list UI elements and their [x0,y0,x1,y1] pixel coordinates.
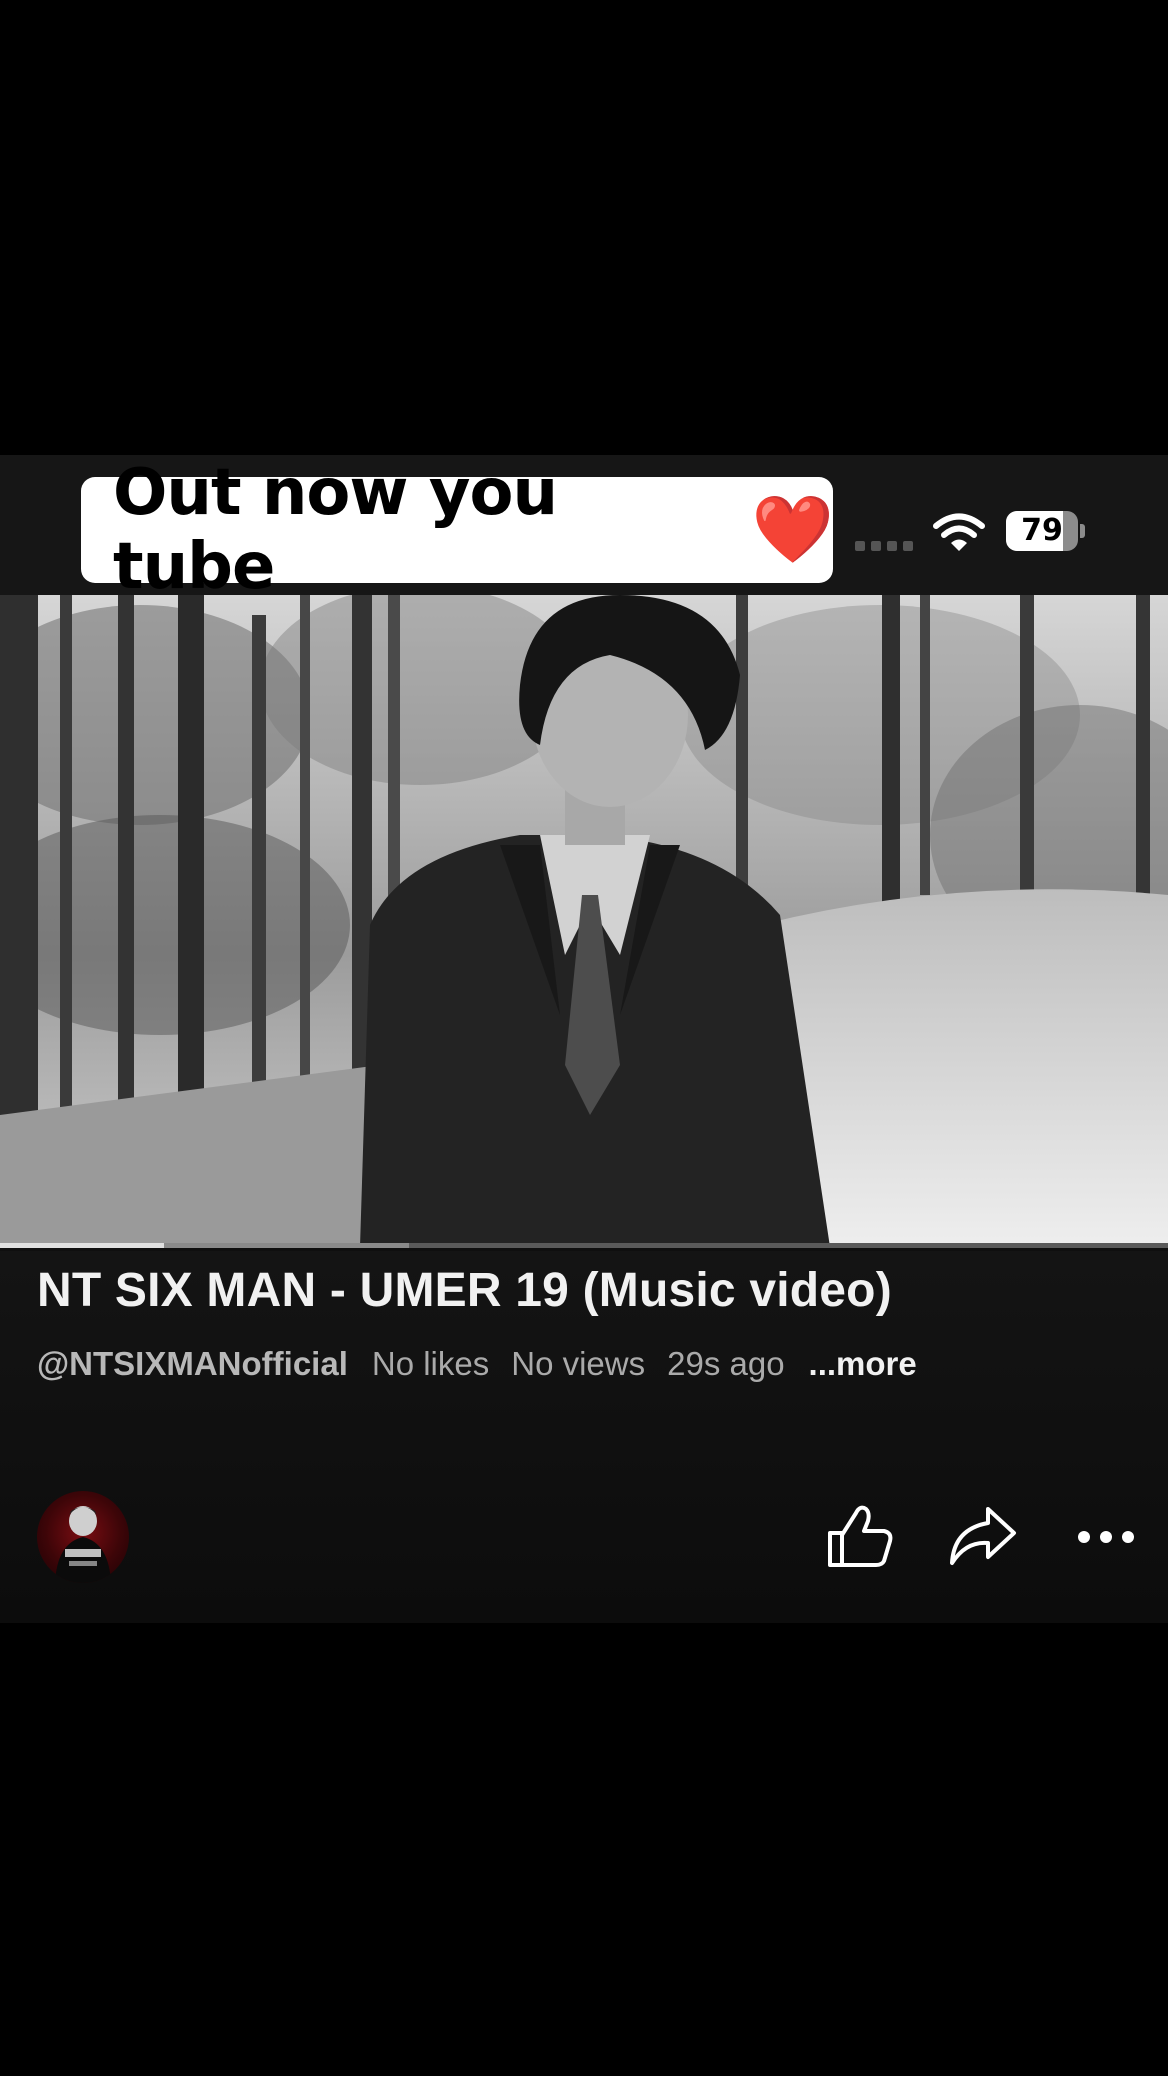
views-count: No views [511,1345,646,1382]
avatar-image [55,1506,111,1583]
video-player[interactable] [0,595,1168,1247]
video-progress-bar[interactable] [0,1243,1168,1248]
heart-emoji: ❤️ [751,491,834,568]
likes-count: No likes [371,1345,490,1382]
page: Out now you tube ❤️ 79 NT SIX MAN - UMER… [0,0,1168,2076]
battery-level-text: 79 [1021,513,1063,548]
upload-age: 29s ago [667,1345,785,1382]
video-info-panel: NT SIX MAN - UMER 19 (Music video) @NTSI… [0,1251,1168,1623]
caption-overlay: Out now you tube ❤️ [81,456,834,604]
channel-avatar[interactable] [37,1491,129,1583]
battery-nub [1080,524,1085,538]
status-bar: Out now you tube ❤️ 79 [0,455,1168,604]
video-metadata-row[interactable]: @NTSIXMANofficial No likes No views 29s … [37,1345,917,1383]
video-title[interactable]: NT SIX MAN - UMER 19 (Music video) [37,1263,892,1318]
battery-body: 79 [1006,511,1078,551]
battery-indicator: 79 [1006,511,1086,551]
more-description-link[interactable]: ...more [809,1345,917,1383]
share-arrow-icon[interactable] [944,1499,1020,1575]
wifi-icon [933,513,985,551]
phone-screen: Out now you tube ❤️ 79 NT SIX MAN - UMER… [0,455,1168,1623]
video-frame [0,595,1168,1247]
more-dots-icon[interactable] [1068,1499,1144,1575]
progress-played [0,1243,164,1248]
channel-handle[interactable]: @NTSIXMANofficial [37,1345,348,1383]
thumbs-up-icon[interactable] [822,1499,898,1575]
caption-text: Out now you tube [113,456,558,604]
cellular-dots-icon [855,541,913,551]
